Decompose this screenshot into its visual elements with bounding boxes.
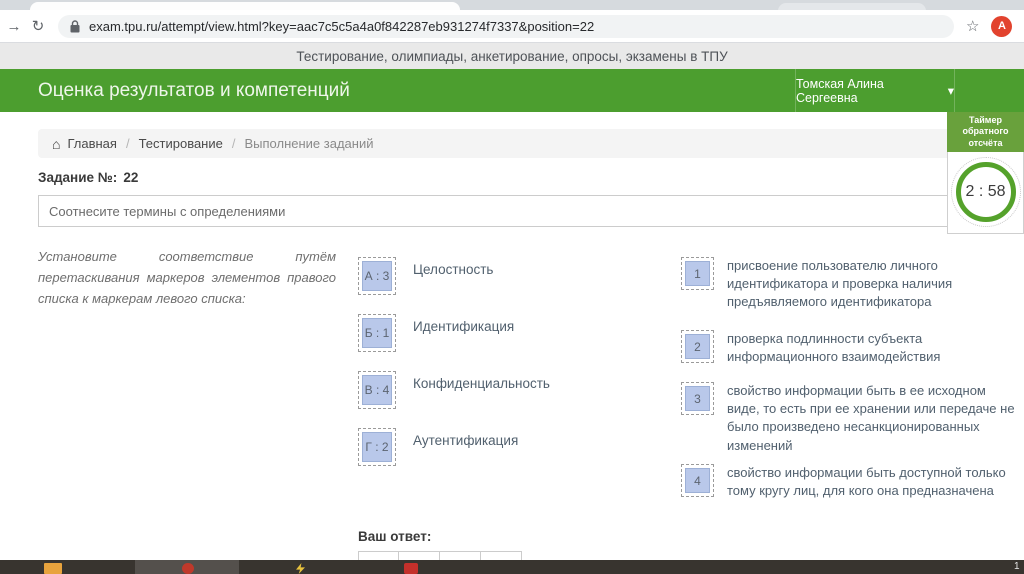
marker-value[interactable]: Г : 2	[362, 432, 392, 462]
drag-marker[interactable]: В : 4	[358, 371, 396, 409]
marker-value[interactable]: 4	[685, 468, 710, 493]
browser-app-icon[interactable]	[182, 563, 194, 574]
definition-row: 3 свойство информации быть в ее исходном…	[681, 382, 1022, 455]
timer-label: Таймер обратного отсчёта	[947, 112, 1024, 152]
marker-value[interactable]: В : 4	[362, 375, 392, 405]
site-banner: Тестирование, олимпиады, анкетирование, …	[0, 43, 1024, 69]
definition-text: присвоение пользователю личного идентифи…	[727, 258, 953, 310]
drag-marker[interactable]: 1	[681, 257, 714, 290]
definition-row: 2 проверка подлинности субъекта информац…	[681, 330, 1022, 366]
task-number-value: 22	[123, 170, 139, 185]
timer-circle: 2 : 58	[955, 162, 1016, 223]
taskbar-clock: 1	[1014, 561, 1020, 572]
drag-marker[interactable]: 2	[681, 330, 714, 363]
definition-row: 4 свойство информации быть доступной тол…	[681, 464, 1022, 500]
breadcrumb-separator: /	[125, 136, 130, 151]
term-row: Б : 1 Идентификация	[358, 314, 514, 352]
page-title: Оценка результатов и компетенций	[38, 80, 350, 101]
term-row: Г : 2 Аутентификация	[358, 428, 518, 466]
forward-icon[interactable]: →	[2, 18, 26, 35]
instruction-text: Установите соответствие путём перетаскив…	[38, 249, 336, 306]
url-text[interactable]: exam.tpu.ru/attempt/view.html?key=aac7c5…	[89, 19, 594, 34]
definition-text: проверка подлинности субъекта информацио…	[727, 331, 941, 365]
marker-value[interactable]: Б : 1	[362, 318, 392, 348]
user-name: Томская Алина Сергеевна	[796, 76, 884, 105]
timer-ticks: 2 : 58	[950, 157, 1021, 228]
drag-marker[interactable]: Г : 2	[358, 428, 396, 466]
browser-tabstrip	[0, 0, 1024, 12]
term-label: Аутентификация	[413, 433, 519, 448]
answer-label: Ваш ответ:	[358, 529, 432, 544]
breadcrumb: ⌂ Главная / Тестирование / Выполнение за…	[38, 129, 986, 158]
browser-toolbar: → ↻ exam.tpu.ru/attempt/view.html?key=aa…	[0, 10, 1024, 43]
user-menu[interactable]: Томская Алина Сергеевна ▾	[795, 69, 955, 112]
lightning-app-icon[interactable]	[296, 563, 305, 574]
breadcrumb-home[interactable]: Главная	[67, 136, 116, 151]
marker-value[interactable]: 3	[685, 386, 710, 411]
marker-value[interactable]: 1	[685, 261, 710, 286]
countdown-timer: Таймер обратного отсчёта 2 : 58	[947, 112, 1024, 234]
task-number: Задание №: 22	[38, 170, 138, 185]
drag-marker[interactable]: 3	[681, 382, 714, 415]
question-box: Соотнесите термины с определениями	[38, 195, 975, 227]
terms-list: А : 3 Целостность Б : 1 Идентификация В …	[358, 257, 658, 487]
home-icon[interactable]: ⌂	[52, 137, 60, 151]
drag-marker[interactable]: Б : 1	[358, 314, 396, 352]
timer-value: 2 : 58	[965, 183, 1006, 201]
term-label: Целостность	[413, 262, 494, 277]
marker-value[interactable]: 2	[685, 334, 710, 359]
breadcrumb-separator: /	[231, 136, 236, 151]
definition-text: свойство информации быть доступной тольк…	[727, 465, 1006, 499]
red-app-icon[interactable]	[404, 563, 418, 574]
definitions-list: 1 присвоение пользователю личного иденти…	[681, 257, 1016, 527]
breadcrumb-testing[interactable]: Тестирование	[139, 136, 223, 151]
url-bar[interactable]: exam.tpu.ru/attempt/view.html?key=aac7c5…	[58, 14, 954, 38]
drag-marker[interactable]: А : 3	[358, 257, 396, 295]
definition-row: 1 присвоение пользователю личного иденти…	[681, 257, 1022, 312]
lock-icon	[70, 19, 80, 32]
site-banner-text: Тестирование, олимпиады, анкетирование, …	[296, 48, 728, 64]
term-row: В : 4 Конфиденциальность	[358, 371, 550, 409]
bookmark-star-icon[interactable]: ☆	[966, 17, 979, 35]
browser-avatar[interactable]: A	[991, 15, 1013, 37]
marker-value[interactable]: А : 3	[362, 261, 392, 291]
question-text: Соотнесите термины с определениями	[49, 203, 286, 219]
timer-box: 2 : 58	[947, 151, 1024, 234]
windows-taskbar: 1	[0, 560, 1024, 574]
folder-icon[interactable]	[44, 563, 62, 574]
chevron-down-icon: ▾	[947, 84, 954, 98]
definition-text: свойство информации быть в ее исходном в…	[727, 383, 1015, 453]
term-label: Конфиденциальность	[413, 376, 550, 391]
reload-icon[interactable]: ↻	[26, 17, 50, 35]
term-label: Идентификация	[413, 319, 515, 334]
breadcrumb-current: Выполнение заданий	[244, 136, 374, 151]
drag-marker[interactable]: 4	[681, 464, 714, 497]
app-header: Оценка результатов и компетенций Томская…	[0, 69, 1024, 112]
page: → ↻ exam.tpu.ru/attempt/view.html?key=aa…	[0, 0, 1024, 574]
term-row: А : 3 Целостность	[358, 257, 493, 295]
task-number-label: Задание №:	[38, 170, 118, 185]
